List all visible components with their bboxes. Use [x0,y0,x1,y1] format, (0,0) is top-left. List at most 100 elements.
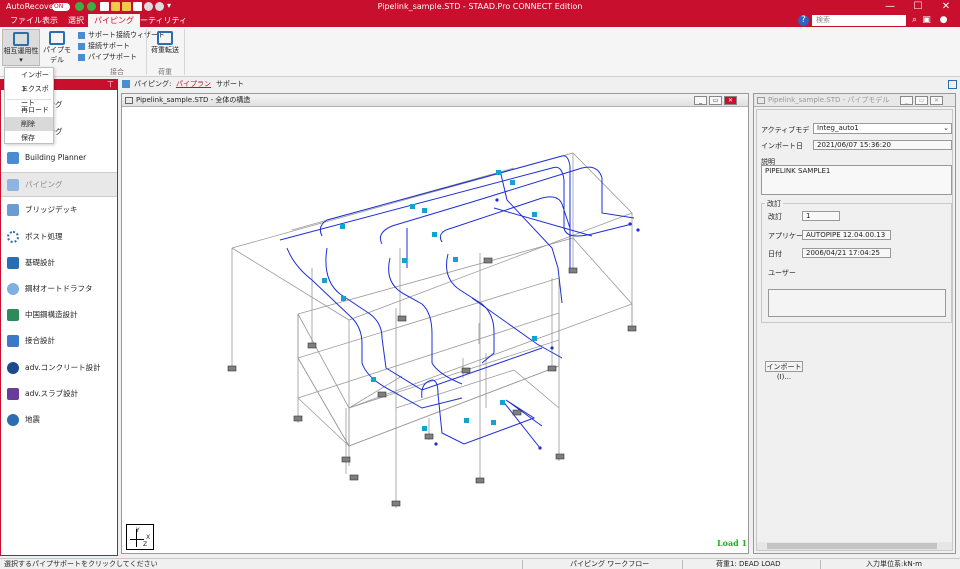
pin-icon[interactable]: ⊤ [107,80,114,89]
fitting-marker[interactable] [322,278,327,283]
menu-item-save[interactable]: 保存 [5,131,53,145]
view-minimize-button[interactable]: _ [694,96,707,105]
fitting-marker[interactable] [532,336,537,341]
pipe-support-button[interactable]: パイプサポート [78,52,137,62]
pipe-run[interactable] [471,297,563,359]
search-icon[interactable]: ⌕ [909,15,920,26]
support-base[interactable] [555,453,565,460]
support-base[interactable] [483,257,493,264]
workflow-item-bridge-deck[interactable]: ブリッジデッキ [7,199,115,221]
fitting-marker[interactable] [422,426,427,431]
support-base[interactable] [424,433,434,440]
fitting-marker[interactable] [422,208,427,213]
menu-item-delete[interactable]: 削除 [5,117,53,131]
fitting-marker[interactable] [402,258,407,263]
pipe-node[interactable] [434,442,438,446]
support-base[interactable] [568,267,578,274]
tab-select[interactable]: 選択 [62,14,90,27]
user-icon[interactable]: ● [938,15,949,26]
horizontal-scrollbar[interactable] [757,542,952,550]
tab-support[interactable]: サポート [216,79,244,90]
maximize-button[interactable]: ☐ [904,0,932,14]
support-base[interactable] [397,315,407,322]
workflow-item-building-planner[interactable]: Building Planner [7,147,115,169]
workflow-item-adv-concrete[interactable]: adv.コンクリート設計 [7,357,115,379]
support-base[interactable] [461,367,471,374]
menu-item-import[interactable]: インポート [5,68,53,93]
tab-utility[interactable]: ユーティリティ [126,14,193,27]
fitting-marker[interactable] [410,204,415,209]
workflow-item-adv-slab[interactable]: adv.スラブ設計 [7,383,115,405]
axis-z-label: Z [143,541,148,548]
fitting-marker[interactable] [371,377,376,382]
workflow-item-foundation[interactable]: 基礎設計 [7,252,115,274]
tab-pipe-run[interactable]: パイプラン [176,79,211,90]
support-base[interactable] [349,474,359,481]
fitting-marker[interactable] [510,180,515,185]
panel-close-button[interactable]: ✕ [930,96,943,105]
building-planner-icon [7,152,19,164]
panel-toggle-icon[interactable] [948,80,957,89]
pipe-run[interactable] [493,207,593,237]
support-base[interactable] [227,365,237,372]
workflow-item-earthquake[interactable]: 地震 [7,409,115,431]
scrollbar-thumb[interactable] [767,543,937,549]
account-icon[interactable]: ▣ [921,15,932,26]
fitting-marker[interactable] [341,296,346,301]
structure-3d-view[interactable] [122,108,748,554]
fitting-marker[interactable] [453,257,458,262]
view-restore-button[interactable]: ▭ [709,96,722,105]
tab-view[interactable]: 表示 [36,14,64,27]
pipe-run[interactable] [379,166,635,245]
pipe-run[interactable] [325,247,543,391]
axis-x-label: X [146,534,151,541]
support-base[interactable] [341,456,351,463]
fitting-marker[interactable] [532,212,537,217]
support-base[interactable] [293,415,303,422]
workflow-item-piping[interactable]: パイピング [1,172,117,197]
pipe-node[interactable] [550,346,554,350]
help-icon[interactable]: ? [798,15,809,26]
support-base[interactable] [512,409,522,416]
pipe-node[interactable] [628,222,632,226]
pipe-run[interactable] [279,166,633,241]
workflow-item-chinese-steel[interactable]: 中国鋼構造設計 [7,304,115,326]
fitting-marker[interactable] [432,232,437,237]
pipe-run[interactable] [439,196,571,243]
pipe-node[interactable] [538,446,542,450]
support-base[interactable] [627,325,637,332]
fitting-marker[interactable] [340,224,345,229]
fitting-marker[interactable] [491,420,496,425]
pipe-model-button[interactable]: パイプモデル [42,31,72,65]
workflow-item-connection-design[interactable]: 接合設計 [7,330,115,352]
workflow-item-label: 地震 [25,415,40,424]
pipe-node[interactable] [636,228,640,232]
menu-item-export[interactable]: エクスポート [5,82,53,107]
menu-bar: ファイル 表示 選択 パイピング ユーティリティ ? 検索 ⌕ ▣ ● [0,14,960,27]
interoperability-button[interactable]: 相互運用性 ▾ [2,29,40,66]
support-base[interactable] [475,477,485,484]
support-base[interactable] [377,391,387,398]
support-base[interactable] [547,365,557,372]
menu-item-reload[interactable]: 再ロード [5,103,53,117]
fitting-marker[interactable] [496,170,501,175]
search-input[interactable]: 検索 [812,15,906,26]
workflow-item-steel-autodrafter[interactable]: 鋼材オートドラフタ [7,278,115,300]
support-base[interactable] [307,342,317,349]
pipe-run[interactable] [501,399,541,449]
pipe-run[interactable] [421,379,543,445]
import-button[interactable]: インポート(I)... [765,361,803,381]
close-button[interactable]: ✕ [932,0,960,14]
view-close-button[interactable]: ✕ [724,96,737,105]
fitting-marker[interactable] [464,418,469,423]
support-base[interactable] [391,500,401,507]
workflow-item-post-processing[interactable]: ポスト処理 [7,226,115,248]
active-model-select[interactable]: Integ_auto1 ⌄ [813,123,952,134]
load-transfer-button[interactable]: 荷重転送 [150,31,180,55]
panel-restore-button[interactable]: ▭ [915,96,928,105]
fitting-marker[interactable] [500,400,505,405]
panel-minimize-button[interactable]: _ [900,96,913,105]
minimize-button[interactable]: — [876,0,904,14]
connect-support-button[interactable]: 接続サポート [78,41,130,51]
pipe-node[interactable] [495,198,499,202]
